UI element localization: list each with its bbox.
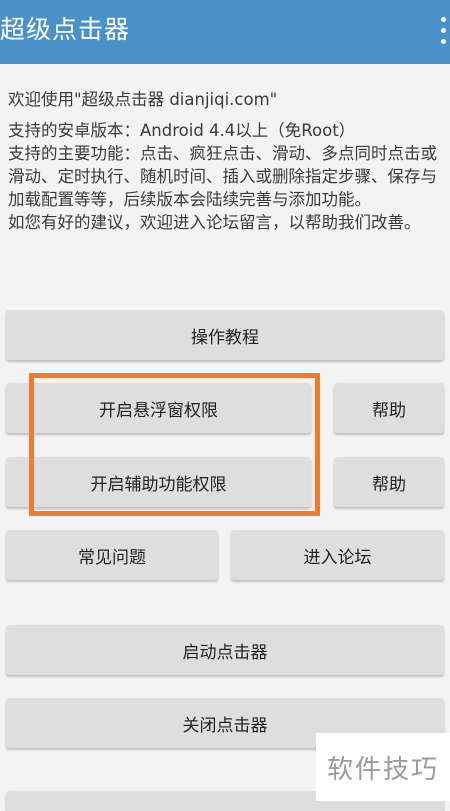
overlay-permission-button[interactable]: 开启悬浮窗权限 bbox=[6, 383, 311, 433]
features-text: 支持的主要功能：点击、疯狂点击、滑动、多点同时点击或滑动、定时执行、随机时间、插… bbox=[8, 144, 437, 209]
welcome-text: 欢迎使用"超级点击器 dianjiqi.com" bbox=[8, 90, 278, 109]
app-bar: 超级点击器 bbox=[0, 0, 450, 64]
tutorial-button[interactable]: 操作教程 bbox=[6, 310, 444, 360]
faq-button[interactable]: 常见问题 bbox=[6, 530, 218, 580]
overlay-help-button[interactable]: 帮助 bbox=[334, 383, 444, 433]
start-clicker-button[interactable]: 启动点击器 bbox=[6, 625, 444, 675]
intro-text: 欢迎使用"超级点击器 dianjiqi.com" 支持的安卓版本：Android… bbox=[8, 88, 440, 234]
accessibility-permission-button[interactable]: 开启辅助功能权限 bbox=[6, 457, 311, 507]
app-title: 超级点击器 bbox=[0, 15, 131, 44]
feedback-text: 如您有好的建议，欢迎进入论坛留言，以帮助我们改善。 bbox=[8, 213, 421, 232]
watermark: 软件技巧 bbox=[316, 733, 450, 801]
more-vert-icon[interactable] bbox=[436, 16, 450, 46]
forum-button[interactable]: 进入论坛 bbox=[231, 530, 444, 580]
accessibility-help-button[interactable]: 帮助 bbox=[334, 457, 444, 507]
supported-versions-text: 支持的安卓版本：Android 4.4以上（免Root） bbox=[8, 121, 356, 140]
